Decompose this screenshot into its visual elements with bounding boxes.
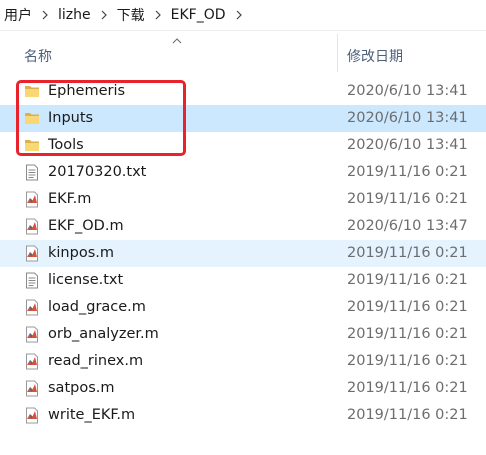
file-name: EKF.m	[48, 191, 92, 207]
list-item[interactable]: Tools 2020/6/10 13:41	[0, 132, 486, 159]
file-name: 20170320.txt	[48, 164, 147, 180]
column-divider[interactable]	[337, 34, 338, 72]
file-date: 2019/11/16 0:21	[347, 353, 468, 369]
folder-icon	[24, 137, 40, 154]
chevron-right-icon[interactable]	[149, 0, 167, 30]
file-date: 2020/6/10 13:41	[347, 137, 468, 153]
list-item[interactable]: EKF.m 2019/11/16 0:21	[0, 186, 486, 213]
file-name: load_grace.m	[48, 299, 146, 315]
text-file-icon	[24, 272, 40, 289]
file-name: Tools	[48, 137, 84, 153]
file-name: Ephemeris	[48, 83, 126, 99]
file-date: 2019/11/16 0:21	[347, 299, 468, 315]
file-date: 2019/11/16 0:21	[347, 245, 468, 261]
matlab-file-icon	[24, 218, 40, 235]
file-date: 2020/6/10 13:47	[347, 218, 468, 234]
list-item[interactable]: read_rinex.m 2019/11/16 0:21	[0, 348, 486, 375]
file-name: orb_analyzer.m	[48, 326, 159, 342]
list-item[interactable]: Ephemeris 2020/6/10 13:41	[0, 78, 486, 105]
column-header-date[interactable]: 修改日期	[347, 46, 403, 66]
breadcrumb-item-ekf-od[interactable]: EKF_OD	[167, 7, 230, 23]
folder-icon	[24, 83, 40, 100]
file-date: 2019/11/16 0:21	[347, 380, 468, 396]
column-header-name[interactable]: 名称	[24, 46, 52, 66]
list-item[interactable]: write_EKF.m 2019/11/16 0:21	[0, 402, 486, 429]
file-name: license.txt	[48, 272, 124, 288]
list-item[interactable]: Inputs 2020/6/10 13:41	[0, 105, 486, 132]
text-file-icon	[24, 164, 40, 181]
matlab-file-icon	[24, 299, 40, 316]
sort-up-icon	[172, 38, 182, 44]
breadcrumb-item-lizhe[interactable]: lizhe	[54, 7, 95, 23]
file-name: Inputs	[48, 110, 94, 126]
matlab-file-icon	[24, 245, 40, 262]
file-name: write_EKF.m	[48, 407, 136, 423]
file-name: EKF_OD.m	[48, 218, 124, 234]
matlab-file-icon	[24, 326, 40, 343]
file-date: 2019/11/16 0:21	[347, 326, 468, 342]
file-date: 2019/11/16 0:21	[347, 272, 468, 288]
matlab-file-icon	[24, 407, 40, 424]
column-header: 名称 修改日期	[0, 32, 486, 76]
chevron-right-icon[interactable]	[36, 0, 54, 30]
file-date: 2019/11/16 0:21	[347, 164, 468, 180]
file-name: satpos.m	[48, 380, 115, 396]
list-item[interactable]: license.txt 2019/11/16 0:21	[0, 267, 486, 294]
list-item[interactable]: load_grace.m 2019/11/16 0:21	[0, 294, 486, 321]
list-item[interactable]: 20170320.txt 2019/11/16 0:21	[0, 159, 486, 186]
file-name: kinpos.m	[48, 245, 114, 261]
list-item[interactable]: EKF_OD.m 2020/6/10 13:47	[0, 213, 486, 240]
file-name: read_rinex.m	[48, 353, 144, 369]
file-date: 2020/6/10 13:41	[347, 110, 468, 126]
matlab-file-icon	[24, 353, 40, 370]
file-list: Ephemeris 2020/6/10 13:41 Inputs 2020/6/…	[0, 78, 486, 429]
breadcrumb-item-downloads[interactable]: 下载	[113, 5, 149, 25]
file-explorer: 用户 lizhe 下载 EKF_OD 名称 修改日期 Ephemeris 202…	[0, 0, 486, 455]
list-item[interactable]: kinpos.m 2019/11/16 0:21	[0, 240, 486, 267]
folder-icon	[24, 110, 40, 127]
list-item[interactable]: satpos.m 2019/11/16 0:21	[0, 375, 486, 402]
file-date: 2020/6/10 13:41	[347, 83, 468, 99]
chevron-right-icon[interactable]	[230, 0, 248, 30]
list-item[interactable]: orb_analyzer.m 2019/11/16 0:21	[0, 321, 486, 348]
breadcrumb: 用户 lizhe 下载 EKF_OD	[0, 0, 486, 31]
matlab-file-icon	[24, 380, 40, 397]
chevron-right-icon[interactable]	[95, 0, 113, 30]
breadcrumb-item-users[interactable]: 用户	[0, 5, 36, 25]
matlab-file-icon	[24, 191, 40, 208]
file-date: 2019/11/16 0:21	[347, 191, 468, 207]
file-date: 2019/11/16 0:21	[347, 407, 468, 423]
